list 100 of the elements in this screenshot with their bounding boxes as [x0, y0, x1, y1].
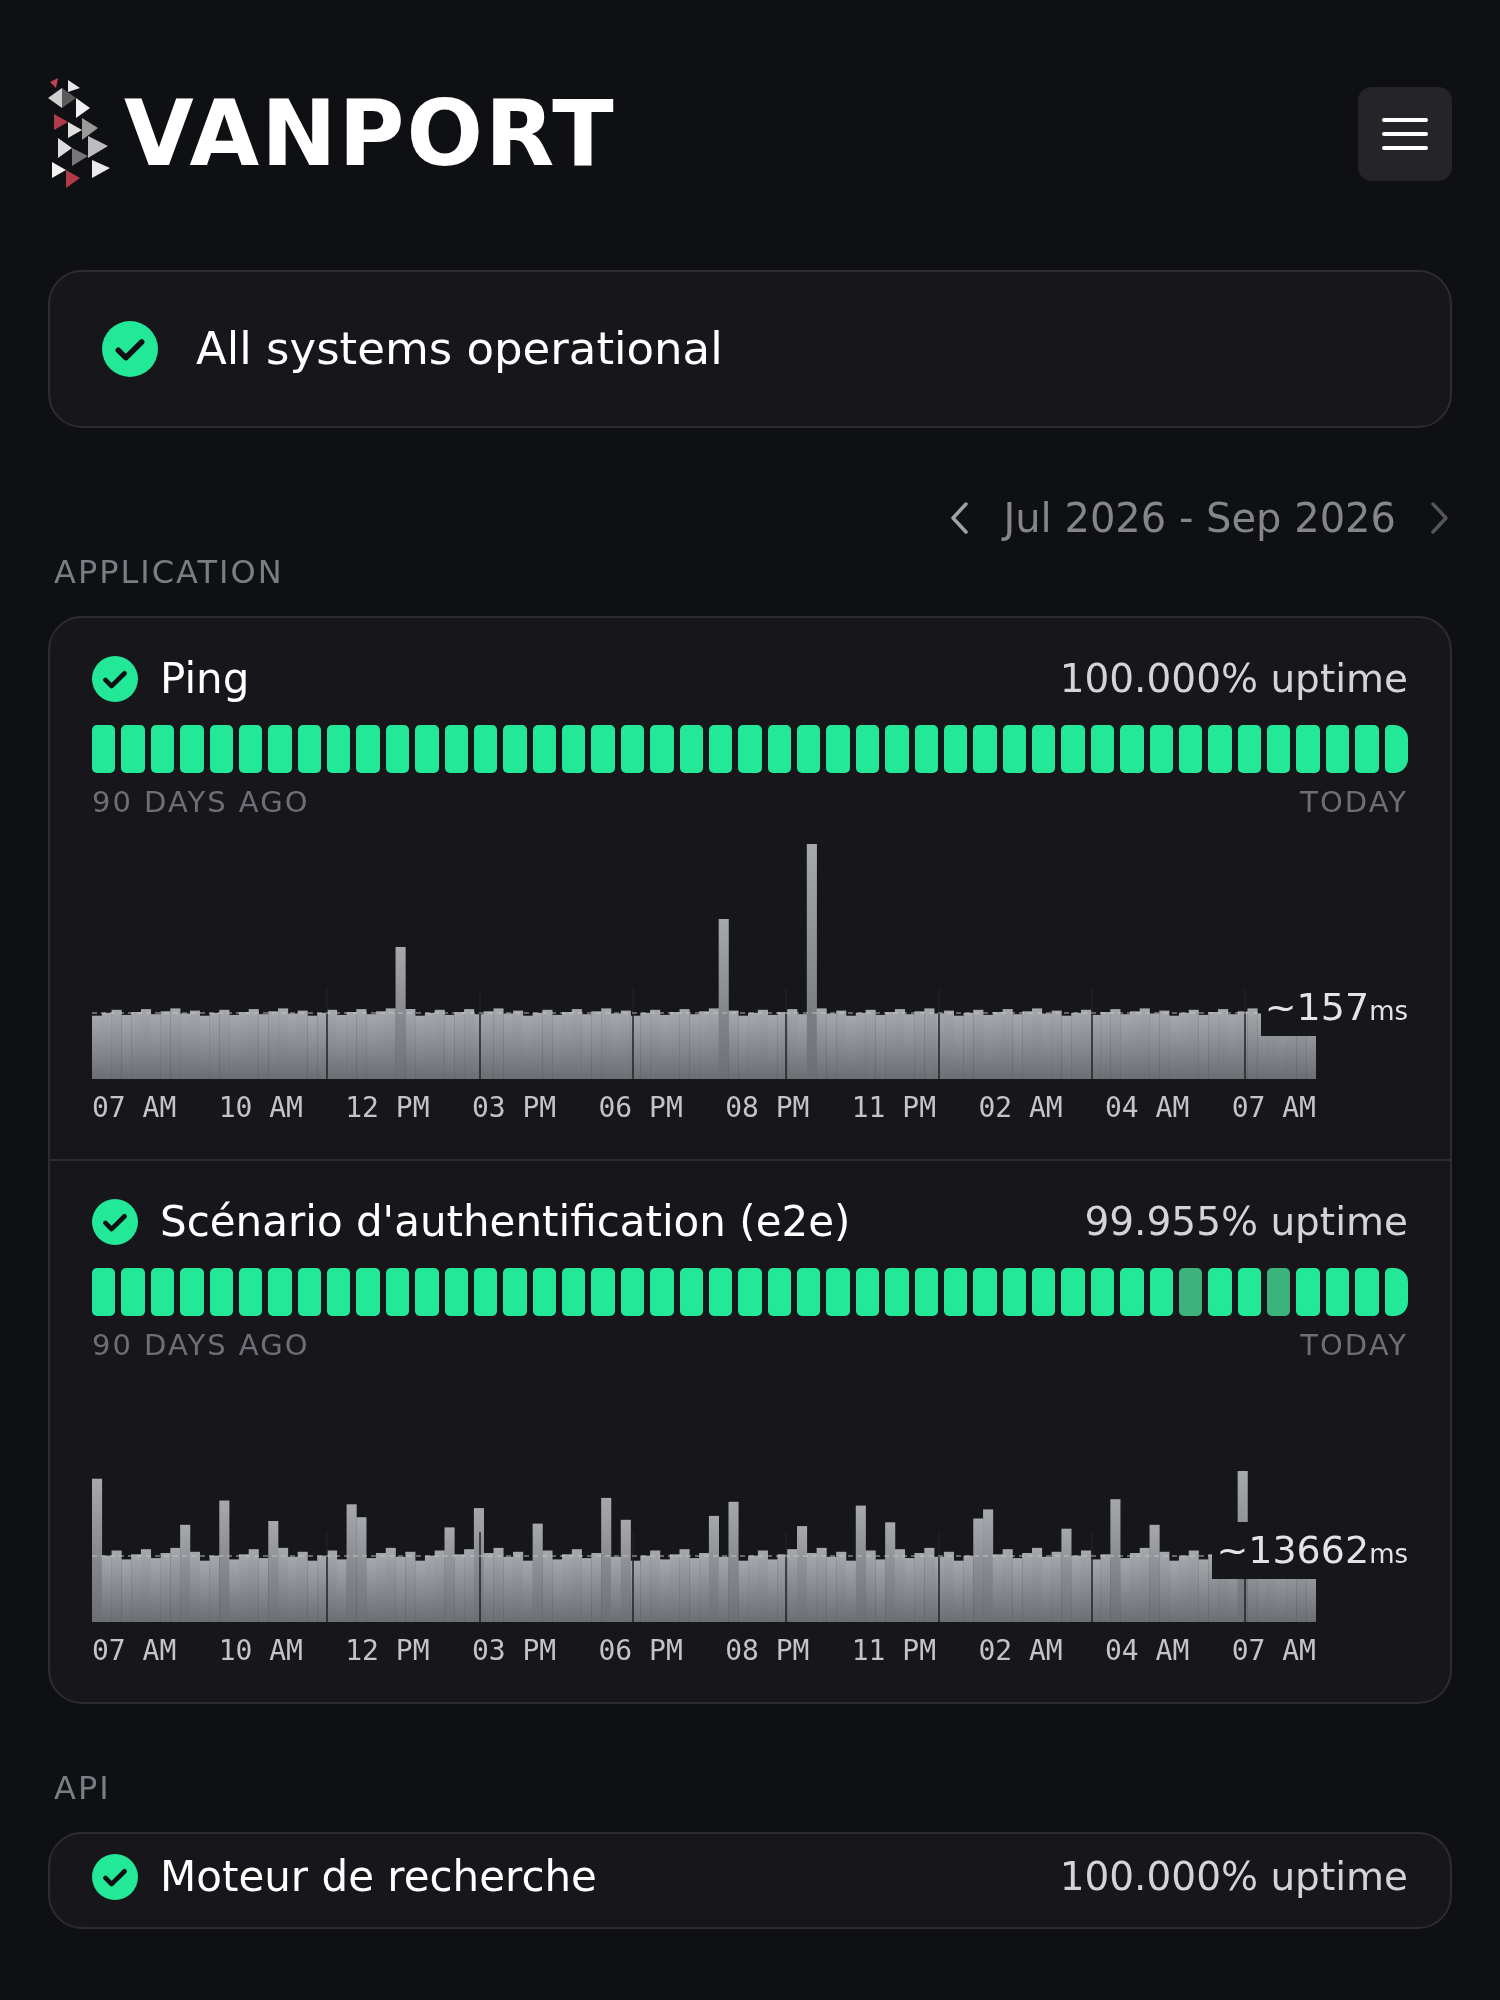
- uptime-day-bar[interactable]: [1120, 1267, 1144, 1316]
- uptime-day-bar[interactable]: [797, 1267, 821, 1316]
- uptime-day-bar[interactable]: [1384, 724, 1408, 773]
- uptime-day-bar[interactable]: [1061, 1267, 1085, 1316]
- uptime-day-bar[interactable]: [591, 724, 615, 773]
- uptime-day-bar[interactable]: [473, 1267, 498, 1316]
- logo-text: VANPORT: [124, 89, 616, 179]
- uptime-day-bar[interactable]: [973, 724, 997, 773]
- previous-button[interactable]: [949, 501, 970, 535]
- uptime-day-bar[interactable]: [385, 724, 410, 773]
- uptime-day-bar[interactable]: [238, 724, 263, 773]
- uptime-day-bar[interactable]: [385, 1267, 410, 1316]
- time-label: 04 AM: [1105, 1633, 1190, 1669]
- uptime-day-bar[interactable]: [885, 724, 909, 773]
- range-end-label: TODAY: [1300, 1326, 1408, 1364]
- uptime-day-bar[interactable]: [1002, 724, 1026, 773]
- uptime-day-bar[interactable]: [1149, 1267, 1173, 1316]
- latency-value: ~13662ms: [1212, 1522, 1408, 1579]
- uptime-day-bar[interactable]: [503, 1267, 527, 1316]
- uptime-day-bar[interactable]: [150, 724, 175, 773]
- uptime-day-bar[interactable]: [562, 724, 586, 773]
- uptime-day-bar[interactable]: [767, 724, 791, 773]
- uptime-day-bar[interactable]: [591, 1267, 615, 1316]
- uptime-day-bar[interactable]: [121, 724, 145, 773]
- uptime-day-bar[interactable]: [1325, 724, 1350, 773]
- time-label: 10 AM: [218, 1090, 303, 1126]
- uptime-day-bar[interactable]: [826, 1267, 850, 1316]
- uptime-day-bar[interactable]: [855, 724, 880, 773]
- uptime-day-bar[interactable]: [503, 724, 527, 773]
- uptime-day-bar[interactable]: [180, 1267, 204, 1316]
- uptime-day-bar[interactable]: [121, 1267, 145, 1316]
- uptime-day-bar[interactable]: [973, 1267, 997, 1316]
- uptime-day-bar[interactable]: [327, 724, 351, 773]
- uptime-day-bar[interactable]: [532, 724, 556, 773]
- uptime-day-bar[interactable]: [1296, 724, 1320, 773]
- uptime-day-bar[interactable]: [1208, 724, 1232, 773]
- uptime-day-bar[interactable]: [943, 724, 968, 773]
- uptime-day-bar[interactable]: [1061, 724, 1085, 773]
- uptime-day-bar[interactable]: [826, 724, 850, 773]
- uptime-day-bar[interactable]: [1178, 724, 1203, 773]
- uptime-day-bar[interactable]: [1325, 1267, 1350, 1316]
- uptime-day-bar[interactable]: [1355, 724, 1379, 773]
- uptime-day-bar[interactable]: [914, 1267, 938, 1316]
- uptime-day-bar[interactable]: [1237, 724, 1261, 773]
- uptime-day-bar[interactable]: [767, 1267, 791, 1316]
- uptime-day-bar[interactable]: [1120, 724, 1144, 773]
- uptime-day-bar[interactable]: [1090, 724, 1115, 773]
- uptime-day-bar[interactable]: [914, 724, 938, 773]
- uptime-day-bar[interactable]: [738, 1267, 762, 1316]
- uptime-day-bar[interactable]: [1002, 1267, 1026, 1316]
- uptime-day-bar[interactable]: [92, 724, 116, 773]
- uptime-day-bar[interactable]: [209, 1267, 233, 1316]
- uptime-day-bar[interactable]: [943, 1267, 968, 1316]
- uptime-day-bar[interactable]: [356, 1267, 380, 1316]
- uptime-day-bar[interactable]: [1032, 1267, 1056, 1316]
- uptime-day-bar[interactable]: [650, 724, 674, 773]
- uptime-day-bar[interactable]: [415, 1267, 439, 1316]
- uptime-day-bar[interactable]: [1296, 1267, 1320, 1316]
- uptime-day-bar[interactable]: [1149, 724, 1173, 773]
- uptime-day-bar[interactable]: [150, 1267, 175, 1316]
- uptime-day-bar[interactable]: [1090, 1267, 1115, 1316]
- uptime-day-bar[interactable]: [1267, 724, 1291, 773]
- uptime-day-bar[interactable]: [444, 1267, 468, 1316]
- uptime-day-bar[interactable]: [532, 1267, 556, 1316]
- uptime-day-bar[interactable]: [297, 724, 321, 773]
- uptime-day-bar[interactable]: [473, 724, 498, 773]
- uptime-day-bar[interactable]: [738, 724, 762, 773]
- uptime-day-bar[interactable]: [444, 724, 468, 773]
- uptime-day-bar[interactable]: [297, 1267, 321, 1316]
- uptime-day-bar[interactable]: [1384, 1267, 1408, 1316]
- uptime-day-bar[interactable]: [620, 1267, 645, 1316]
- uptime-day-bar[interactable]: [679, 724, 703, 773]
- uptime-day-bar[interactable]: [180, 724, 204, 773]
- uptime-day-bar[interactable]: [327, 1267, 351, 1316]
- uptime-day-bar[interactable]: [92, 1267, 116, 1316]
- uptime-day-bar[interactable]: [268, 1267, 292, 1316]
- uptime-day-bar[interactable]: [885, 1267, 909, 1316]
- menu-button[interactable]: [1358, 87, 1452, 181]
- next-button[interactable]: [1430, 501, 1450, 535]
- uptime-day-bar[interactable]: [1237, 1267, 1261, 1316]
- uptime-day-bar[interactable]: [562, 1267, 586, 1316]
- uptime-day-bar[interactable]: [650, 1267, 674, 1316]
- uptime-day-bar[interactable]: [708, 1267, 733, 1316]
- uptime-day-bar[interactable]: [797, 724, 821, 773]
- uptime-day-bar[interactable]: [708, 724, 733, 773]
- uptime-value: 100.000% uptime: [1059, 1853, 1408, 1901]
- uptime-day-bar[interactable]: [620, 724, 645, 773]
- uptime-day-bar[interactable]: [356, 724, 380, 773]
- uptime-day-bar[interactable]: [1208, 1267, 1232, 1316]
- uptime-day-bar[interactable]: [679, 1267, 703, 1316]
- time-label: 07 AM: [1231, 1090, 1316, 1126]
- uptime-day-bar[interactable]: [268, 724, 292, 773]
- uptime-day-bar[interactable]: [238, 1267, 263, 1316]
- uptime-day-bar[interactable]: [415, 724, 439, 773]
- uptime-day-bar[interactable]: [1267, 1267, 1291, 1316]
- uptime-day-bar[interactable]: [1355, 1267, 1379, 1316]
- uptime-day-bar[interactable]: [855, 1267, 880, 1316]
- uptime-day-bar[interactable]: [1032, 724, 1056, 773]
- uptime-day-bar[interactable]: [209, 724, 233, 773]
- uptime-day-bar[interactable]: [1178, 1267, 1203, 1316]
